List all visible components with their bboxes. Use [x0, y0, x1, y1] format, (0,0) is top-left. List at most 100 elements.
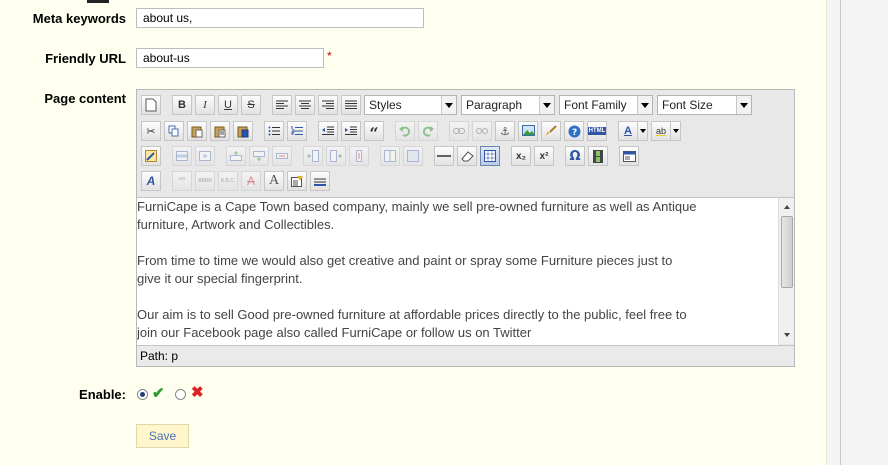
- horizontal-rule-button[interactable]: [434, 146, 454, 166]
- content-paragraph-1: FurniCape is a Cape Town based company, …: [137, 199, 697, 232]
- bullet-list-button[interactable]: [264, 121, 284, 141]
- required-asterisk: *: [327, 49, 332, 63]
- blockquote-button[interactable]: “: [364, 121, 384, 141]
- underline-button[interactable]: U: [218, 95, 238, 115]
- remove-format-button[interactable]: [457, 146, 477, 166]
- insert-col-before-button[interactable]: [303, 146, 323, 166]
- editor-vertical-scrollbar[interactable]: [778, 197, 794, 344]
- align-center-button[interactable]: [295, 95, 315, 115]
- align-left-button[interactable]: [272, 95, 292, 115]
- template-button[interactable]: [619, 146, 639, 166]
- meta-keywords-input[interactable]: [136, 8, 424, 28]
- editor-content-area[interactable]: FurniCape is a Cape Town based company, …: [137, 197, 778, 345]
- insert-row-after-button[interactable]: [249, 146, 269, 166]
- cite-button[interactable]: “”: [172, 171, 192, 191]
- acronym-button[interactable]: A.B.C.: [218, 171, 238, 191]
- align-right-button[interactable]: [318, 95, 338, 115]
- editor-status-path: Path: p: [137, 345, 794, 366]
- delete-row-icon: [276, 153, 288, 159]
- anchor-button[interactable]: ⚓: [495, 121, 515, 141]
- top-edge-mark: [87, 0, 109, 3]
- align-justify-button[interactable]: [341, 95, 361, 115]
- help-icon: ?: [568, 125, 580, 138]
- strikethrough-button[interactable]: S: [241, 95, 261, 115]
- font-family-select[interactable]: Font Family: [559, 95, 653, 115]
- style-props-button[interactable]: A: [141, 171, 161, 191]
- italic-button[interactable]: I: [195, 95, 215, 115]
- scroll-up-arrow-icon[interactable]: [779, 200, 794, 214]
- cut-button[interactable]: ✂: [141, 121, 161, 141]
- font-size-select[interactable]: Font Size: [657, 95, 752, 115]
- redo-button[interactable]: [418, 121, 438, 141]
- unlink-button[interactable]: [472, 121, 492, 141]
- table-edit-icon: [145, 150, 157, 162]
- font-color-button[interactable]: A: [618, 121, 638, 141]
- styles-select[interactable]: Styles: [364, 95, 457, 115]
- friendly-url-input[interactable]: [136, 48, 324, 68]
- visual-aid-button[interactable]: [480, 146, 500, 166]
- new-document-icon: [145, 98, 157, 112]
- outdent-icon: [322, 126, 334, 135]
- paste-text-button[interactable]: [210, 121, 230, 141]
- insert-text-button[interactable]: A: [264, 171, 284, 191]
- merge-cells-button[interactable]: [403, 146, 423, 166]
- bold-button[interactable]: B: [172, 95, 192, 115]
- html-source-icon: HTML: [587, 127, 607, 135]
- chevron-down-icon: [441, 96, 456, 114]
- table-row-icon: [176, 151, 188, 161]
- undo-button[interactable]: [395, 121, 415, 141]
- scissors-icon: ✂: [146, 124, 156, 138]
- back-color-dropdown-arrow[interactable]: [671, 121, 681, 141]
- delete-row-button[interactable]: [272, 146, 292, 166]
- insert-image-button[interactable]: [518, 121, 538, 141]
- new-document-button[interactable]: [141, 95, 161, 115]
- copy-icon: [168, 125, 179, 137]
- back-color-button[interactable]: ab: [651, 121, 671, 141]
- table-cell-props-button[interactable]: [195, 146, 215, 166]
- scroll-thumb[interactable]: [781, 216, 793, 288]
- special-char-button[interactable]: Ω: [565, 146, 585, 166]
- abbr-button[interactable]: ABBR: [195, 171, 215, 191]
- merge-cells-icon: [407, 150, 419, 162]
- cleanup-button[interactable]: [541, 121, 561, 141]
- content-paragraph-3: Our aim is to sell Good pre-owned furnit…: [137, 307, 687, 340]
- insert-media-button[interactable]: [588, 146, 608, 166]
- styles-select-value: Styles: [369, 98, 402, 112]
- indent-button[interactable]: [341, 121, 361, 141]
- non-breaking-button[interactable]: [310, 171, 330, 191]
- delete-text-button[interactable]: A: [241, 171, 261, 191]
- copy-button[interactable]: [164, 121, 184, 141]
- scroll-down-arrow-icon[interactable]: [779, 328, 794, 342]
- superscript-button[interactable]: x²: [534, 146, 554, 166]
- edit-table-button[interactable]: [141, 146, 161, 166]
- split-cells-button[interactable]: [380, 146, 400, 166]
- html-source-button[interactable]: HTML: [587, 121, 607, 141]
- attributes-button[interactable]: [287, 171, 307, 191]
- align-left-icon: [276, 100, 288, 109]
- enable-yes-radio[interactable]: [137, 389, 148, 400]
- font-color-dropdown-arrow[interactable]: [638, 121, 648, 141]
- undo-icon: [399, 126, 411, 137]
- insert-col-after-button[interactable]: [326, 146, 346, 166]
- subscript-button[interactable]: x₂: [511, 146, 531, 166]
- checkmark-icon: ✔: [152, 385, 165, 402]
- outdent-button[interactable]: [318, 121, 338, 141]
- table-row-props-button[interactable]: [172, 146, 192, 166]
- bullet-list-icon: [268, 126, 280, 136]
- numbered-list-button[interactable]: [287, 121, 307, 141]
- help-button[interactable]: ?: [564, 121, 584, 141]
- content-paragraph-2: From time to time we would also get crea…: [137, 253, 673, 286]
- save-button[interactable]: Save: [136, 424, 189, 448]
- font-size-select-value: Font Size: [662, 98, 713, 112]
- delete-col-button[interactable]: [349, 146, 369, 166]
- paste-button[interactable]: [187, 121, 207, 141]
- nonbreaking-icon: [314, 178, 326, 186]
- insert-row-before-button[interactable]: [226, 146, 246, 166]
- paragraph-select[interactable]: Paragraph: [461, 95, 555, 115]
- enable-no-radio[interactable]: [175, 389, 186, 400]
- chevron-down-icon: [736, 96, 751, 114]
- paste-word-button[interactable]: [233, 121, 253, 141]
- link-button[interactable]: [449, 121, 469, 141]
- delete-col-icon: [356, 150, 362, 162]
- col-before-icon: [307, 150, 319, 162]
